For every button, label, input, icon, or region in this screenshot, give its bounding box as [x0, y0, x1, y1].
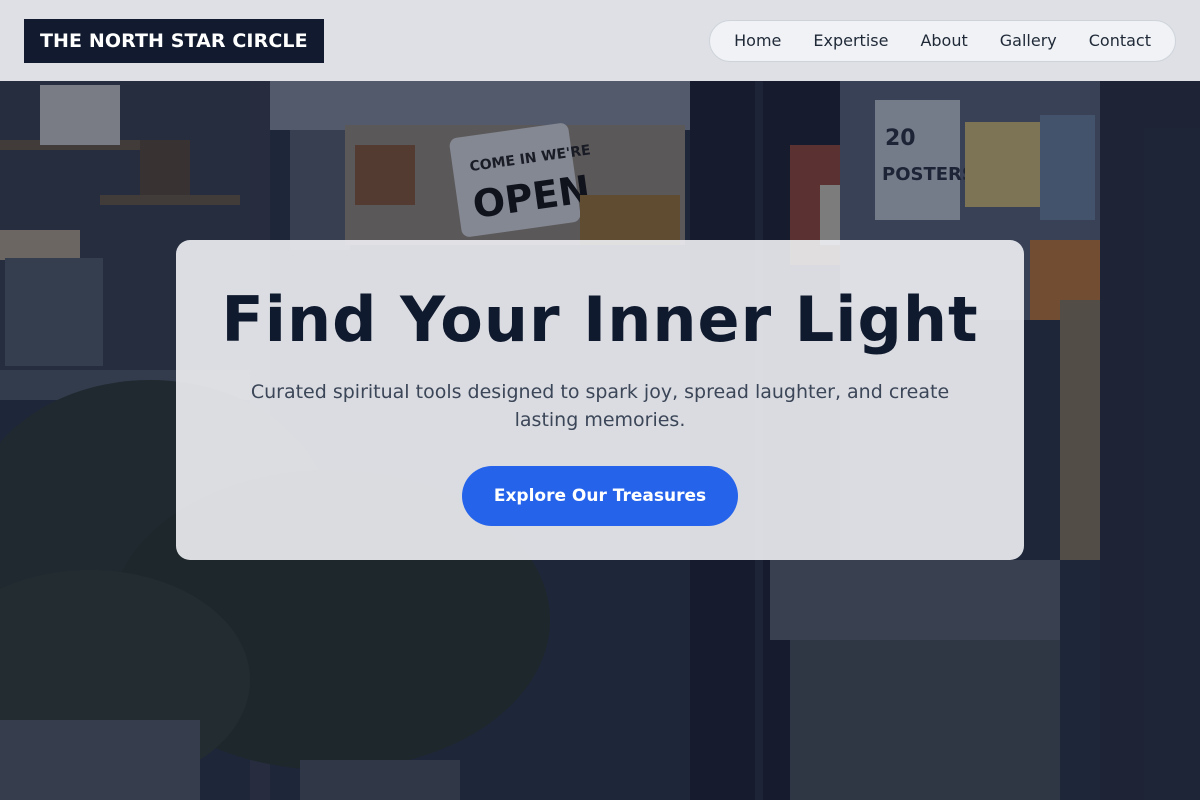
site-header: THE NORTH STAR CIRCLE Home Expertise Abo…: [0, 0, 1200, 81]
nav-item-contact[interactable]: Contact: [1073, 21, 1167, 61]
explore-treasures-button[interactable]: Explore Our Treasures: [461, 466, 739, 526]
hero-card: Find Your Inner Light Curated spiritual …: [176, 240, 1024, 560]
nav-item-home[interactable]: Home: [718, 21, 797, 61]
brand-logo[interactable]: THE NORTH STAR CIRCLE: [24, 18, 324, 63]
main-nav: Home Expertise About Gallery Contact: [709, 19, 1176, 62]
nav-item-gallery[interactable]: Gallery: [984, 21, 1073, 61]
hero-title: Find Your Inner Light: [221, 283, 979, 356]
hero-subtitle: Curated spiritual tools designed to spar…: [250, 381, 950, 431]
nav-item-about[interactable]: About: [904, 21, 983, 61]
nav-item-expertise[interactable]: Expertise: [797, 21, 904, 61]
